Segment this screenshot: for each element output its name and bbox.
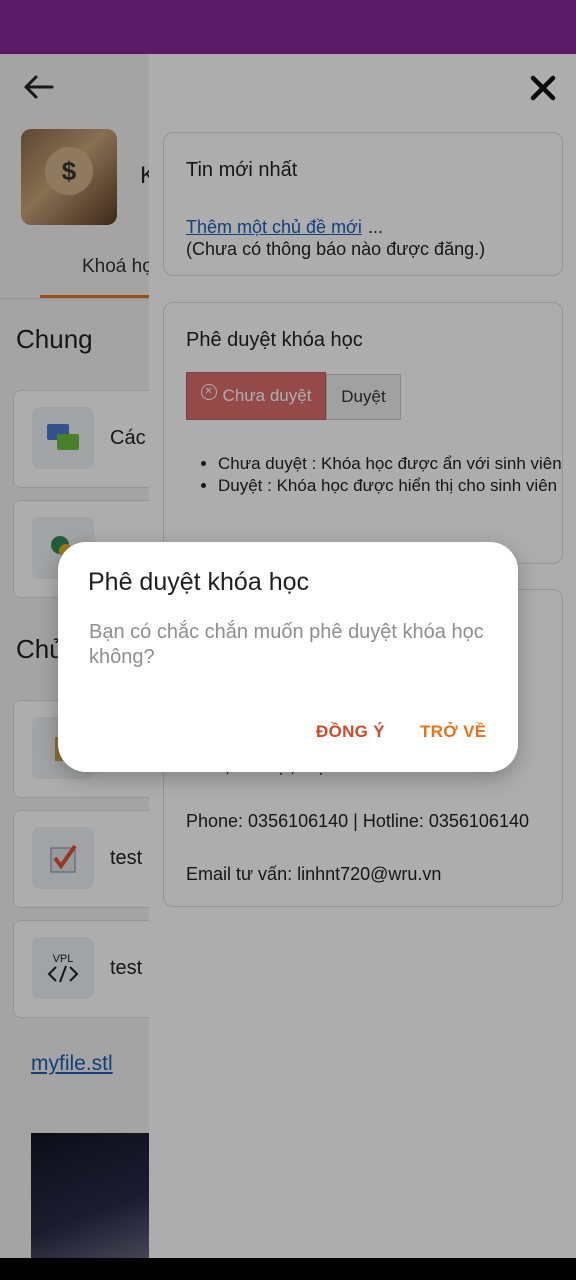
back-button[interactable]: TRỞ VỀ [420, 722, 486, 742]
agree-button[interactable]: ĐỒNG Ý [316, 722, 385, 742]
status-bar [0, 0, 576, 54]
confirm-dialog: Phê duyệt khóa học Bạn có chắc chắn muốn… [58, 542, 518, 772]
navigation-bar [0, 1258, 576, 1280]
dialog-title: Phê duyệt khóa học [88, 568, 309, 596]
dialog-message: Bạn có chắc chắn muốn phê duyệt khóa học… [89, 621, 484, 668]
